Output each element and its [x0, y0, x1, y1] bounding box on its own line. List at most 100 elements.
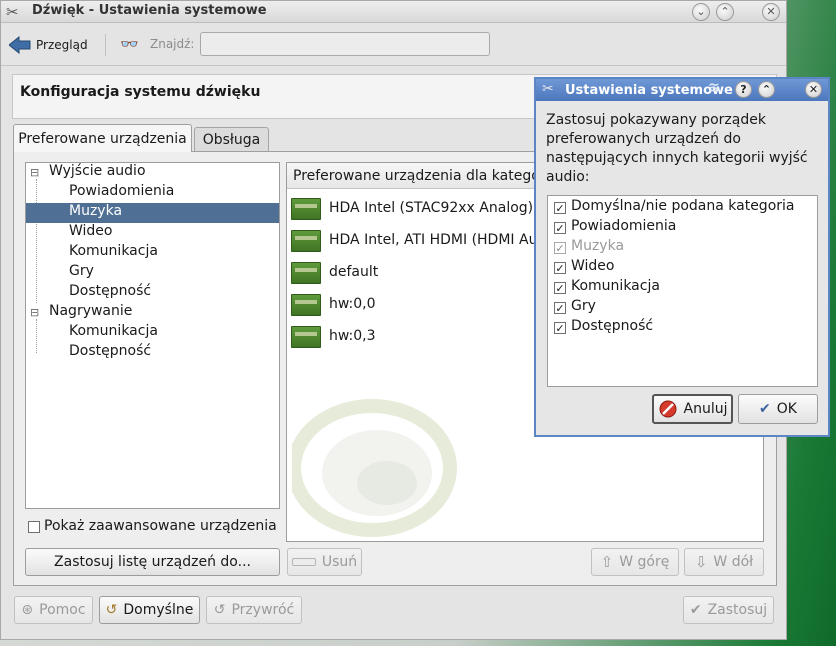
- tree-item-rec-communication[interactable]: Komunikacja: [69, 323, 158, 339]
- apply-order-dialog: ✂ Ustawienia systemowe ≋ ? ⌃ ✕ Zastosuj …: [534, 77, 830, 437]
- keep-above-icon[interactable]: ⌃: [758, 81, 775, 98]
- category-label: Komunikacja: [571, 278, 660, 294]
- soundcard-icon: [291, 326, 321, 348]
- remove-button[interactable]: Usuń: [287, 548, 362, 576]
- category-check-row[interactable]: ✓ Domyślna/nie podana kategoria: [554, 198, 812, 218]
- window-title: Dźwięk - Ustawienia systemowe: [32, 3, 267, 18]
- toolbar: Przegląd 👓 Znajdź:: [1, 24, 786, 66]
- app-tools-icon: ✂: [542, 81, 554, 97]
- ok-button[interactable]: ✔ OK: [738, 394, 818, 424]
- category-check-row[interactable]: ✓ Komunikacja: [554, 278, 812, 298]
- device-list-header-label: Preferowane urządzenia dla kategorii: [293, 168, 554, 184]
- defaults-button[interactable]: ↺ Domyślne: [99, 596, 200, 624]
- move-up-button[interactable]: ⇧ W górę: [591, 548, 679, 576]
- dialog-title-bar[interactable]: ✂ Ustawienia systemowe ≋ ? ⌃ ✕: [536, 79, 828, 101]
- ok-label: OK: [776, 401, 797, 417]
- cancel-label: Anuluj: [683, 401, 728, 417]
- defaults-label: Domyślne: [123, 602, 194, 618]
- close-icon[interactable]: ✕: [805, 81, 822, 98]
- tab-backend[interactable]: Obsługa: [194, 127, 269, 151]
- shade-icon[interactable]: ≋: [708, 80, 720, 96]
- tree-selection-highlight: [26, 203, 279, 223]
- soundcard-icon: [291, 230, 321, 252]
- back-button[interactable]: Przegląd: [9, 31, 97, 59]
- tree-line: [36, 179, 37, 303]
- category-check-row[interactable]: ✓ Dostępność: [554, 318, 812, 338]
- show-advanced-checkbox[interactable]: [28, 521, 40, 533]
- cancel-icon: [659, 400, 676, 418]
- category-checklist: ✓ Domyślna/nie podana kategoria ✓ Powiad…: [547, 195, 818, 387]
- tree-item-games[interactable]: Gry: [69, 263, 94, 279]
- search-label: Znajdź:: [150, 37, 195, 51]
- toolbar-separator: [105, 34, 106, 56]
- tab-label: Obsługa: [202, 131, 261, 148]
- help-label: Pomoc: [39, 602, 86, 618]
- device-label: HDA Intel (STAC92xx Analog): [329, 200, 534, 216]
- tree-item-accessibility[interactable]: Dostępność: [69, 283, 151, 299]
- tree-item-rec-accessibility[interactable]: Dostępność: [69, 343, 151, 359]
- search-input[interactable]: [200, 32, 490, 56]
- help-icon: ⊛: [21, 602, 34, 618]
- apply-list-button[interactable]: Zastosuj listę urządzeń do...: [25, 548, 280, 576]
- move-down-label: W dół: [713, 554, 754, 570]
- category-check-row[interactable]: ✓ Powiadomienia: [554, 218, 812, 238]
- checkbox-checked[interactable]: ✓: [554, 282, 566, 294]
- category-label: Gry: [571, 298, 596, 314]
- cancel-button[interactable]: Anuluj: [652, 394, 733, 424]
- remove-label: Usuń: [321, 554, 358, 570]
- checkbox-checked[interactable]: ✓: [554, 202, 566, 214]
- reset-icon: ↺: [213, 602, 226, 618]
- checkbox-checked[interactable]: ✓: [554, 222, 566, 234]
- tree-item-music[interactable]: Muzyka: [69, 203, 122, 219]
- device-label: HDA Intel, ATI HDMI (HDMI Aud: [329, 232, 547, 248]
- close-button[interactable]: ✕: [762, 3, 780, 21]
- move-up-label: W górę: [619, 554, 670, 570]
- dialog-message: Zastosuj pokazywany porządek preferowany…: [546, 112, 808, 185]
- soundcard-icon: [291, 198, 321, 220]
- checkbox-checked[interactable]: ✓: [554, 302, 566, 314]
- remove-icon: [291, 558, 316, 566]
- tab-label: Preferowane urządzenia: [18, 130, 187, 147]
- maximize-button[interactable]: ⌃: [716, 3, 734, 21]
- binoculars-icon: 👓: [120, 35, 139, 53]
- soundcard-icon: [291, 294, 321, 316]
- category-tree: ⊟ Wyjście audio Powiadomienia Muzyka Wid…: [25, 162, 280, 509]
- category-check-row: ✓ Muzyka: [554, 238, 812, 258]
- collapse-icon[interactable]: ⊟: [30, 166, 39, 179]
- checkbox-checked[interactable]: ✓: [554, 262, 566, 274]
- checkbox-checked[interactable]: ✓: [554, 322, 566, 334]
- defaults-icon: ↺: [105, 602, 118, 618]
- collapse-icon[interactable]: ⊟: [30, 306, 39, 319]
- reset-label: Przywróć: [231, 602, 295, 618]
- title-bar[interactable]: ✂ Dźwięk - Ustawienia systemowe ⌄ ⌃ ✕: [1, 1, 786, 23]
- back-arrow-icon: [9, 36, 31, 54]
- show-advanced-label: Pokaż zaawansowane urządzenia: [44, 518, 277, 534]
- apply-button[interactable]: ✔ Zastosuj: [683, 596, 774, 624]
- category-check-row[interactable]: ✓ Gry: [554, 298, 812, 318]
- tab-preferred-devices[interactable]: Preferowane urządzenia: [13, 124, 192, 152]
- category-check-row[interactable]: ✓ Wideo: [554, 258, 812, 278]
- checkmark-icon: ✔: [689, 602, 702, 618]
- speaker-watermark-icon: [292, 399, 457, 537]
- soundcard-icon: [291, 262, 321, 284]
- move-down-button[interactable]: ⇩ W dół: [684, 548, 764, 576]
- tree-item-communication[interactable]: Komunikacja: [69, 243, 158, 259]
- arrow-down-icon: ⇩: [694, 553, 708, 571]
- device-label: default: [329, 264, 379, 280]
- reset-button[interactable]: ↺ Przywróć: [206, 596, 302, 624]
- tree-item-notifications[interactable]: Powiadomienia: [69, 183, 174, 199]
- back-button-label: Przegląd: [36, 38, 88, 52]
- help-icon[interactable]: ?: [735, 81, 752, 98]
- category-label: Dostępność: [571, 318, 654, 334]
- page-title: Konfiguracja systemu dźwięku: [20, 84, 261, 100]
- help-button[interactable]: ⊛ Pomoc: [14, 596, 93, 624]
- arrow-up-icon: ⇧: [600, 553, 614, 571]
- tree-line: [36, 319, 37, 353]
- tree-item-playback[interactable]: Wyjście audio: [49, 163, 146, 179]
- device-label: hw:0,3: [329, 328, 376, 344]
- tree-item-recording[interactable]: Nagrywanie: [49, 303, 132, 319]
- minimize-button[interactable]: ⌄: [692, 3, 710, 21]
- category-label: Powiadomienia: [571, 218, 677, 234]
- tree-item-video[interactable]: Wideo: [69, 223, 113, 239]
- app-tools-icon: ✂: [6, 3, 19, 21]
